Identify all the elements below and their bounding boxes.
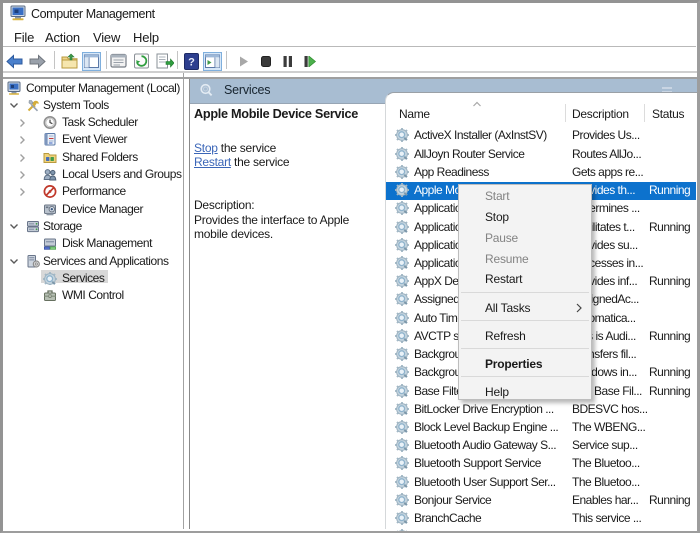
svg-text:?: ?	[188, 57, 195, 69]
